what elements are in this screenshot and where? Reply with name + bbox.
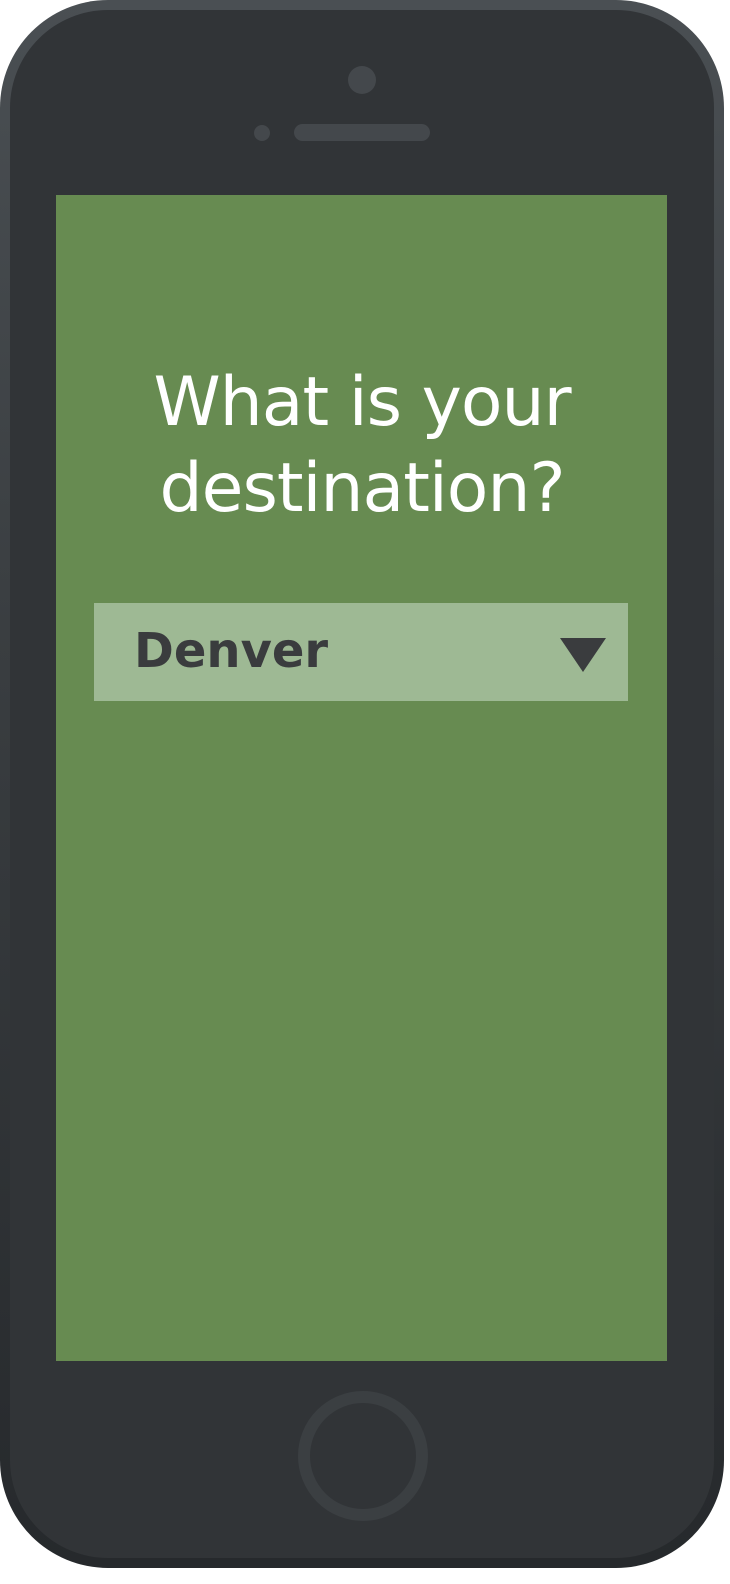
destination-select[interactable]: Denver <box>94 603 628 701</box>
destination-select-value: Denver <box>134 623 329 679</box>
home-button[interactable] <box>298 1391 428 1521</box>
proximity-sensor <box>254 125 270 141</box>
destination-question: What is your destination? <box>0 360 724 532</box>
front-camera <box>348 66 376 94</box>
question-line-1: What is your <box>153 363 571 442</box>
phone-frame: What is your destination? Denver <box>0 0 724 1568</box>
triangle-down-icon <box>560 638 606 672</box>
earpiece-speaker <box>294 124 430 141</box>
question-line-2: destination? <box>159 449 565 528</box>
